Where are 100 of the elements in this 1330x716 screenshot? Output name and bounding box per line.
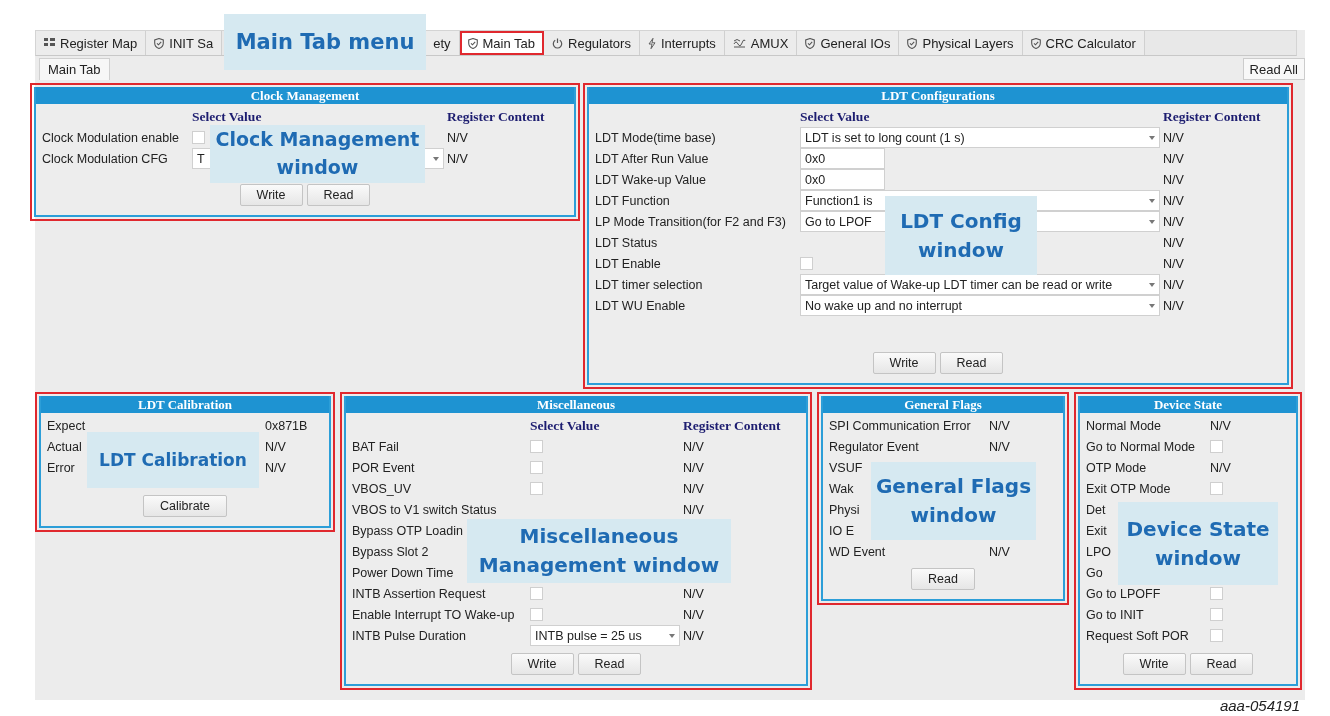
- field-label: Det: [1086, 502, 1106, 517]
- panel-title: LDT Calibration: [41, 396, 329, 413]
- register-value: N/V: [1163, 151, 1184, 166]
- callout-tooltip: General Flags window: [871, 462, 1036, 540]
- tab[interactable]: INIT Sa: [146, 31, 223, 55]
- field-label: Clock Modulation enable: [42, 130, 179, 145]
- register-value: N/V: [1210, 460, 1231, 475]
- power-icon: [552, 37, 563, 49]
- tab[interactable]: AMUX: [724, 31, 798, 55]
- tab[interactable]: Main Tab: [39, 58, 110, 80]
- shield-icon: [467, 37, 478, 49]
- read-all-button[interactable]: Read All: [1242, 58, 1305, 80]
- button[interactable]: Write: [1122, 653, 1186, 675]
- field-label: Exit: [1086, 523, 1107, 538]
- register-value: N/V: [1163, 256, 1184, 271]
- tab[interactable]: ety: [425, 31, 460, 55]
- checkbox[interactable]: [530, 482, 543, 495]
- register-value: N/V: [1163, 214, 1184, 229]
- dropdown[interactable]: Target value of Wake-up LDT timer can be read or write: [800, 274, 1160, 295]
- button[interactable]: Write: [510, 653, 574, 675]
- register-value: N/V: [1163, 193, 1184, 208]
- register-value: N/V: [989, 544, 1010, 559]
- button[interactable]: Read: [1189, 653, 1254, 675]
- tab[interactable]: General IOs: [797, 31, 900, 55]
- field-label: LDT Enable: [595, 256, 661, 271]
- checkbox[interactable]: [1210, 629, 1223, 642]
- field-label: LDT WU Enable: [595, 298, 686, 313]
- button[interactable]: Calibrate: [143, 495, 227, 517]
- checkbox[interactable]: [1210, 587, 1223, 600]
- tab[interactable]: Regulators: [544, 31, 640, 55]
- panel-title: Device State: [1080, 396, 1296, 413]
- input-field[interactable]: 0x0: [800, 148, 885, 169]
- panel-title: General Flags: [823, 396, 1063, 413]
- register-value: N/V: [989, 439, 1010, 454]
- checkbox[interactable]: [1210, 608, 1223, 621]
- column-header: Select Value: [530, 417, 601, 434]
- column-header: Select Value: [800, 108, 871, 125]
- field-label: Go to LPOFF: [1086, 586, 1161, 601]
- field-label: Wak: [829, 481, 854, 496]
- field-label: Regulator Event: [829, 439, 919, 454]
- field-label: LDT After Run Value: [595, 151, 709, 166]
- shield-icon: [907, 37, 918, 49]
- callout-tooltip: LDT Config window: [885, 196, 1037, 275]
- field-label: LDT Mode(time base): [595, 130, 716, 145]
- checkbox[interactable]: [1210, 440, 1223, 453]
- dropdown[interactable]: INTB pulse = 25 us: [530, 625, 680, 646]
- wave-icon: [732, 38, 746, 48]
- register-value: N/V: [683, 439, 704, 454]
- field-label: Actual: [47, 439, 82, 454]
- register-value: N/V: [1163, 172, 1184, 187]
- tab[interactable]: Register Map: [36, 31, 147, 55]
- shield-icon: [805, 37, 816, 49]
- field-label: BAT Fail: [352, 439, 399, 454]
- tab[interactable]: Interrupts: [639, 31, 725, 55]
- callout-tooltip: Main Tab menu: [224, 14, 426, 70]
- checkbox[interactable]: [800, 257, 813, 270]
- register-value: N/V: [683, 628, 704, 643]
- field-label: VBOS_UV: [352, 481, 412, 496]
- tab[interactable]: Main Tab: [459, 31, 544, 55]
- button[interactable]: Read: [306, 184, 371, 206]
- panel-title: Miscellaneous: [346, 396, 806, 413]
- tab[interactable]: CRC Calculator: [1022, 31, 1145, 55]
- register-value: N/V: [683, 502, 704, 517]
- button[interactable]: Read: [911, 568, 975, 590]
- button[interactable]: Read: [939, 352, 1004, 374]
- checkbox[interactable]: [192, 131, 205, 144]
- field-label: Go to Normal Mode: [1086, 439, 1196, 454]
- field-label: Clock Modulation CFG: [42, 151, 168, 166]
- field-label: Expect: [47, 418, 86, 433]
- checkbox[interactable]: [530, 587, 543, 600]
- button[interactable]: Write: [239, 184, 303, 206]
- checkbox[interactable]: [1210, 482, 1223, 495]
- input-field[interactable]: 0x0: [800, 169, 885, 190]
- register-value: N/V: [1163, 277, 1184, 292]
- column-header: Register Content: [447, 108, 546, 125]
- column-header: Register Content: [1163, 108, 1262, 125]
- dropdown[interactable]: LDT is set to long count (1 s): [800, 127, 1160, 148]
- register-value: N/V: [1163, 298, 1184, 313]
- caret-icon: [669, 633, 675, 638]
- shield-icon: [154, 37, 165, 49]
- register-value: N/V: [265, 439, 286, 454]
- field-label: Bypass OTP Loadin: [352, 523, 463, 538]
- checkbox[interactable]: [530, 608, 543, 621]
- button[interactable]: Write: [872, 352, 936, 374]
- checkbox[interactable]: [530, 461, 543, 474]
- button[interactable]: Read: [577, 653, 642, 675]
- callout-tooltip: Miscellaneous Management window: [467, 519, 731, 583]
- tab[interactable]: Physical Layers: [899, 31, 1023, 55]
- column-header: Register Content: [683, 417, 782, 434]
- field-label: Enable Interrupt TO Wake-up: [352, 607, 515, 622]
- caret-icon: [1149, 198, 1155, 203]
- panel-title: LDT Configurations: [589, 87, 1287, 104]
- register-value: N/V: [447, 130, 468, 145]
- checkbox[interactable]: [530, 440, 543, 453]
- register-value: N/V: [447, 151, 468, 166]
- dropdown[interactable]: No wake up and no interrupt: [800, 295, 1160, 316]
- column-header: Select Value: [192, 108, 263, 125]
- caret-icon: [1149, 282, 1155, 287]
- field-label: Power Down Time: [352, 565, 454, 580]
- field-label: LP Mode Transition(for F2 and F3): [595, 214, 786, 229]
